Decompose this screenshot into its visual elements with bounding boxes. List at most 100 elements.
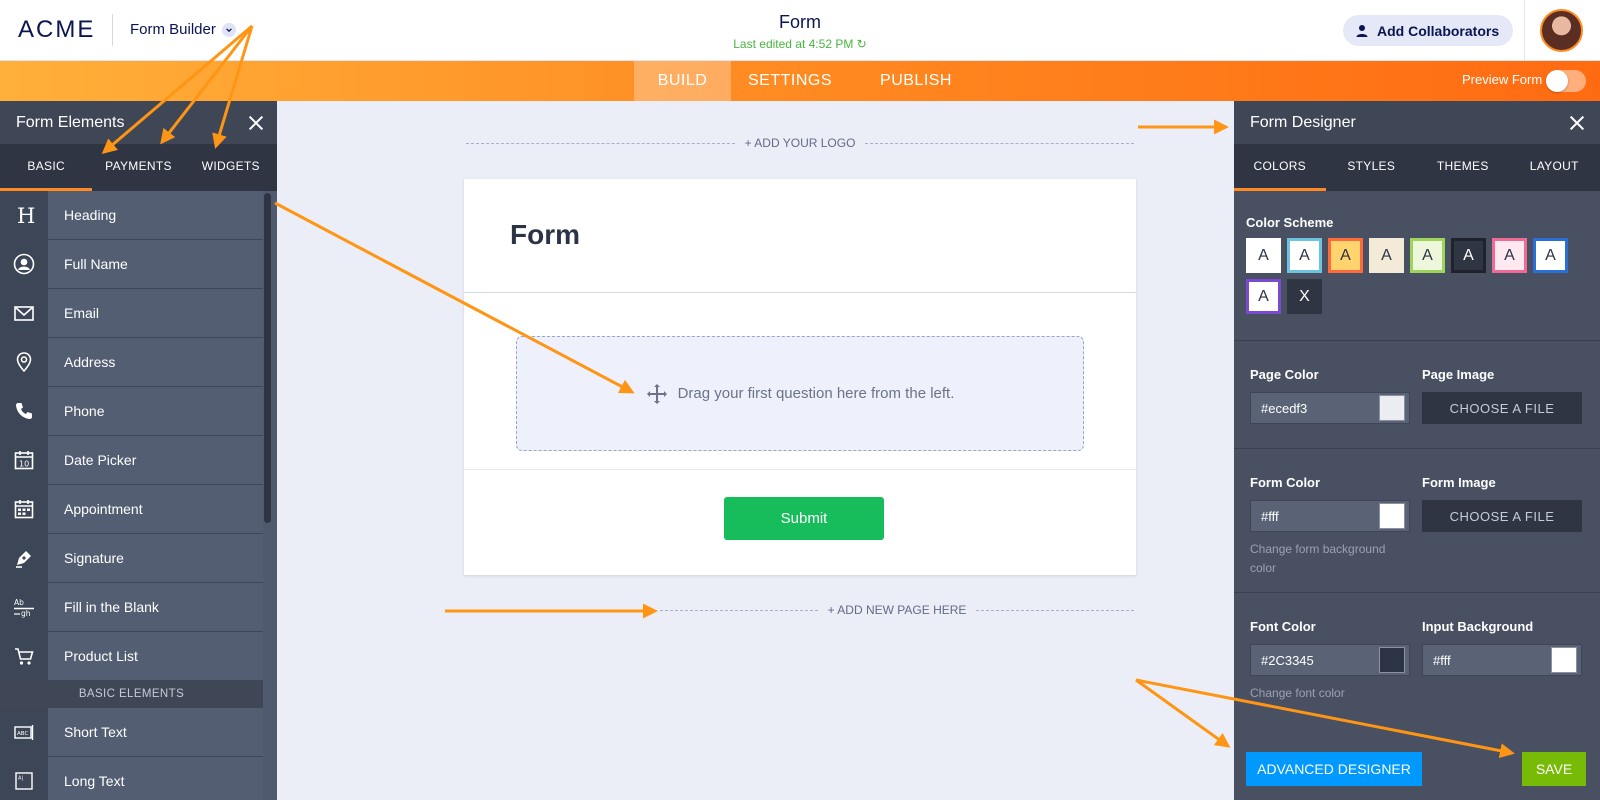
color-scheme-swatch[interactable]: A: [1246, 238, 1281, 273]
color-scheme-swatch[interactable]: A: [1246, 279, 1281, 314]
appointment-icon: [0, 485, 48, 533]
page-color-swatch[interactable]: [1379, 395, 1405, 421]
move-icon: [646, 383, 667, 404]
form-props-row: Form Color #fff Change form background c…: [1246, 449, 1588, 578]
element-label: Date Picker: [48, 436, 263, 484]
history-icon[interactable]: ↻: [857, 37, 867, 51]
svg-text:A|: A|: [18, 776, 23, 782]
add-page-row[interactable]: + ADD NEW PAGE HERE: [660, 603, 1134, 617]
tab-payments[interactable]: PAYMENTS: [92, 144, 184, 191]
preview-form-toggle[interactable]: [1546, 70, 1586, 92]
element-label: Signature: [48, 534, 263, 582]
save-button[interactable]: SAVE: [1522, 752, 1586, 786]
element-address[interactable]: Address: [0, 338, 263, 387]
tab-themes[interactable]: THEMES: [1417, 144, 1509, 191]
form-designer-tabs: COLORS STYLES THEMES LAYOUT: [1234, 144, 1600, 191]
color-scheme-swatch[interactable]: X: [1287, 279, 1322, 314]
add-page-link[interactable]: + ADD NEW PAGE HERE: [828, 603, 967, 617]
color-scheme-label: Color Scheme: [1246, 215, 1334, 230]
color-scheme-swatch[interactable]: A: [1328, 238, 1363, 273]
element-label: Short Text: [48, 708, 263, 756]
input-background-label: Input Background: [1422, 619, 1534, 635]
page-image-choose-file-button[interactable]: CHOOSE A FILE: [1422, 392, 1582, 424]
acme-logo[interactable]: ACME: [18, 16, 95, 44]
form-name[interactable]: Form: [650, 12, 950, 33]
page-color-input[interactable]: #ecedf3: [1250, 392, 1410, 424]
element-long-text[interactable]: A| Long Text: [0, 757, 263, 800]
user-icon: [1356, 24, 1368, 37]
element-appointment[interactable]: Appointment: [0, 485, 263, 534]
advanced-designer-button[interactable]: ADVANCED DESIGNER: [1246, 752, 1422, 786]
element-label: Appointment: [48, 485, 263, 533]
form-image-choose-file-button[interactable]: CHOOSE A FILE: [1422, 500, 1582, 532]
element-short-text[interactable]: ABC Short Text: [0, 708, 263, 757]
close-icon[interactable]: [1570, 116, 1584, 130]
avatar[interactable]: [1540, 9, 1583, 52]
dashed-line: [976, 609, 1134, 611]
element-product-list[interactable]: Product List: [0, 632, 263, 681]
form-elements-title: Form Elements: [16, 113, 125, 131]
tab-styles[interactable]: STYLES: [1326, 144, 1418, 191]
input-background-prop: Input Background #fff: [1422, 619, 1582, 703]
page-image-label: Page Image: [1422, 367, 1495, 382]
svg-text:H: H: [17, 204, 35, 226]
font-color-swatch[interactable]: [1379, 647, 1405, 674]
tab-publish[interactable]: PUBLISH: [866, 61, 966, 101]
form-color-prop: Form Color #fff Change form background c…: [1250, 475, 1410, 578]
font-color-input[interactable]: #2C3345: [1250, 644, 1410, 677]
user-icon: [0, 240, 48, 288]
arrow-to-advanced-designer: [1135, 678, 1231, 748]
tab-build[interactable]: BUILD: [634, 61, 731, 101]
close-icon[interactable]: [249, 116, 263, 130]
long-text-icon: A|: [0, 757, 48, 800]
tab-layout[interactable]: LAYOUT: [1509, 144, 1600, 191]
dropzone-text: Drag your first question here from the l…: [677, 385, 955, 402]
svg-text:ABC: ABC: [17, 731, 28, 737]
add-collaborators-button[interactable]: Add Collaborators: [1343, 15, 1514, 46]
element-signature[interactable]: Signature: [0, 534, 263, 583]
form-elements-panel: Form Elements BASIC PAYMENTS WIDGETS H H…: [0, 101, 277, 800]
dashed-line: [660, 609, 818, 611]
color-scheme-swatch[interactable]: A: [1369, 238, 1404, 273]
add-collaborators-label: Add Collaborators: [1377, 22, 1500, 39]
form-color-hint: Change form background color: [1250, 542, 1386, 576]
divider: [464, 292, 1136, 293]
question-dropzone[interactable]: Drag your first question here from the l…: [516, 336, 1084, 451]
color-scheme-swatch[interactable]: A: [1451, 238, 1486, 273]
tab-widgets[interactable]: WIDGETS: [185, 144, 277, 191]
color-scheme-swatches: AAAAAAAAAX: [1246, 238, 1596, 314]
submit-button[interactable]: Submit: [724, 497, 884, 540]
element-fill-in-the-blank[interactable]: Ab gh Fill in the Blank: [0, 583, 263, 632]
element-date-picker[interactable]: 10 Date Picker: [0, 436, 263, 485]
form-color-input[interactable]: #fff: [1250, 500, 1410, 532]
form-designer-title: Form Designer: [1250, 113, 1356, 131]
color-scheme-swatch[interactable]: A: [1287, 238, 1322, 273]
tab-settings[interactable]: SETTINGS: [740, 61, 840, 101]
tab-colors[interactable]: COLORS: [1234, 144, 1326, 191]
color-scheme-swatch[interactable]: A: [1533, 238, 1568, 273]
form-heading[interactable]: Form: [510, 219, 580, 251]
tab-basic[interactable]: BASIC: [0, 144, 93, 191]
elements-scrollbar[interactable]: [264, 193, 271, 523]
add-logo-link[interactable]: + ADD YOUR LOGO: [745, 136, 856, 150]
input-background-swatch[interactable]: [1551, 647, 1577, 674]
form-builder-menu[interactable]: Form Builder: [130, 21, 236, 38]
form-card: Form Drag your first question here from …: [464, 179, 1136, 575]
divider: [1524, 0, 1525, 61]
color-scheme-swatch[interactable]: A: [1492, 238, 1527, 273]
page-color-prop: Page Color #ecedf3: [1250, 367, 1410, 424]
form-color-swatch[interactable]: [1379, 503, 1405, 529]
font-props-row: Font Color #2C3345 Change font color Inp…: [1246, 593, 1588, 703]
element-phone[interactable]: Phone: [0, 387, 263, 436]
chevron-down-icon: [221, 22, 236, 37]
font-color-value: #2C3345: [1261, 652, 1314, 668]
element-full-name[interactable]: Full Name: [0, 240, 263, 289]
page-color-value: #ecedf3: [1261, 400, 1308, 416]
element-email[interactable]: Email: [0, 289, 263, 338]
color-scheme-swatch[interactable]: A: [1410, 238, 1445, 273]
calendar-icon: 10: [0, 436, 48, 484]
element-heading[interactable]: H Heading: [0, 191, 263, 240]
add-logo-row[interactable]: + ADD YOUR LOGO: [466, 136, 1134, 150]
phone-icon: [0, 387, 48, 435]
input-background-input[interactable]: #fff: [1422, 644, 1582, 677]
